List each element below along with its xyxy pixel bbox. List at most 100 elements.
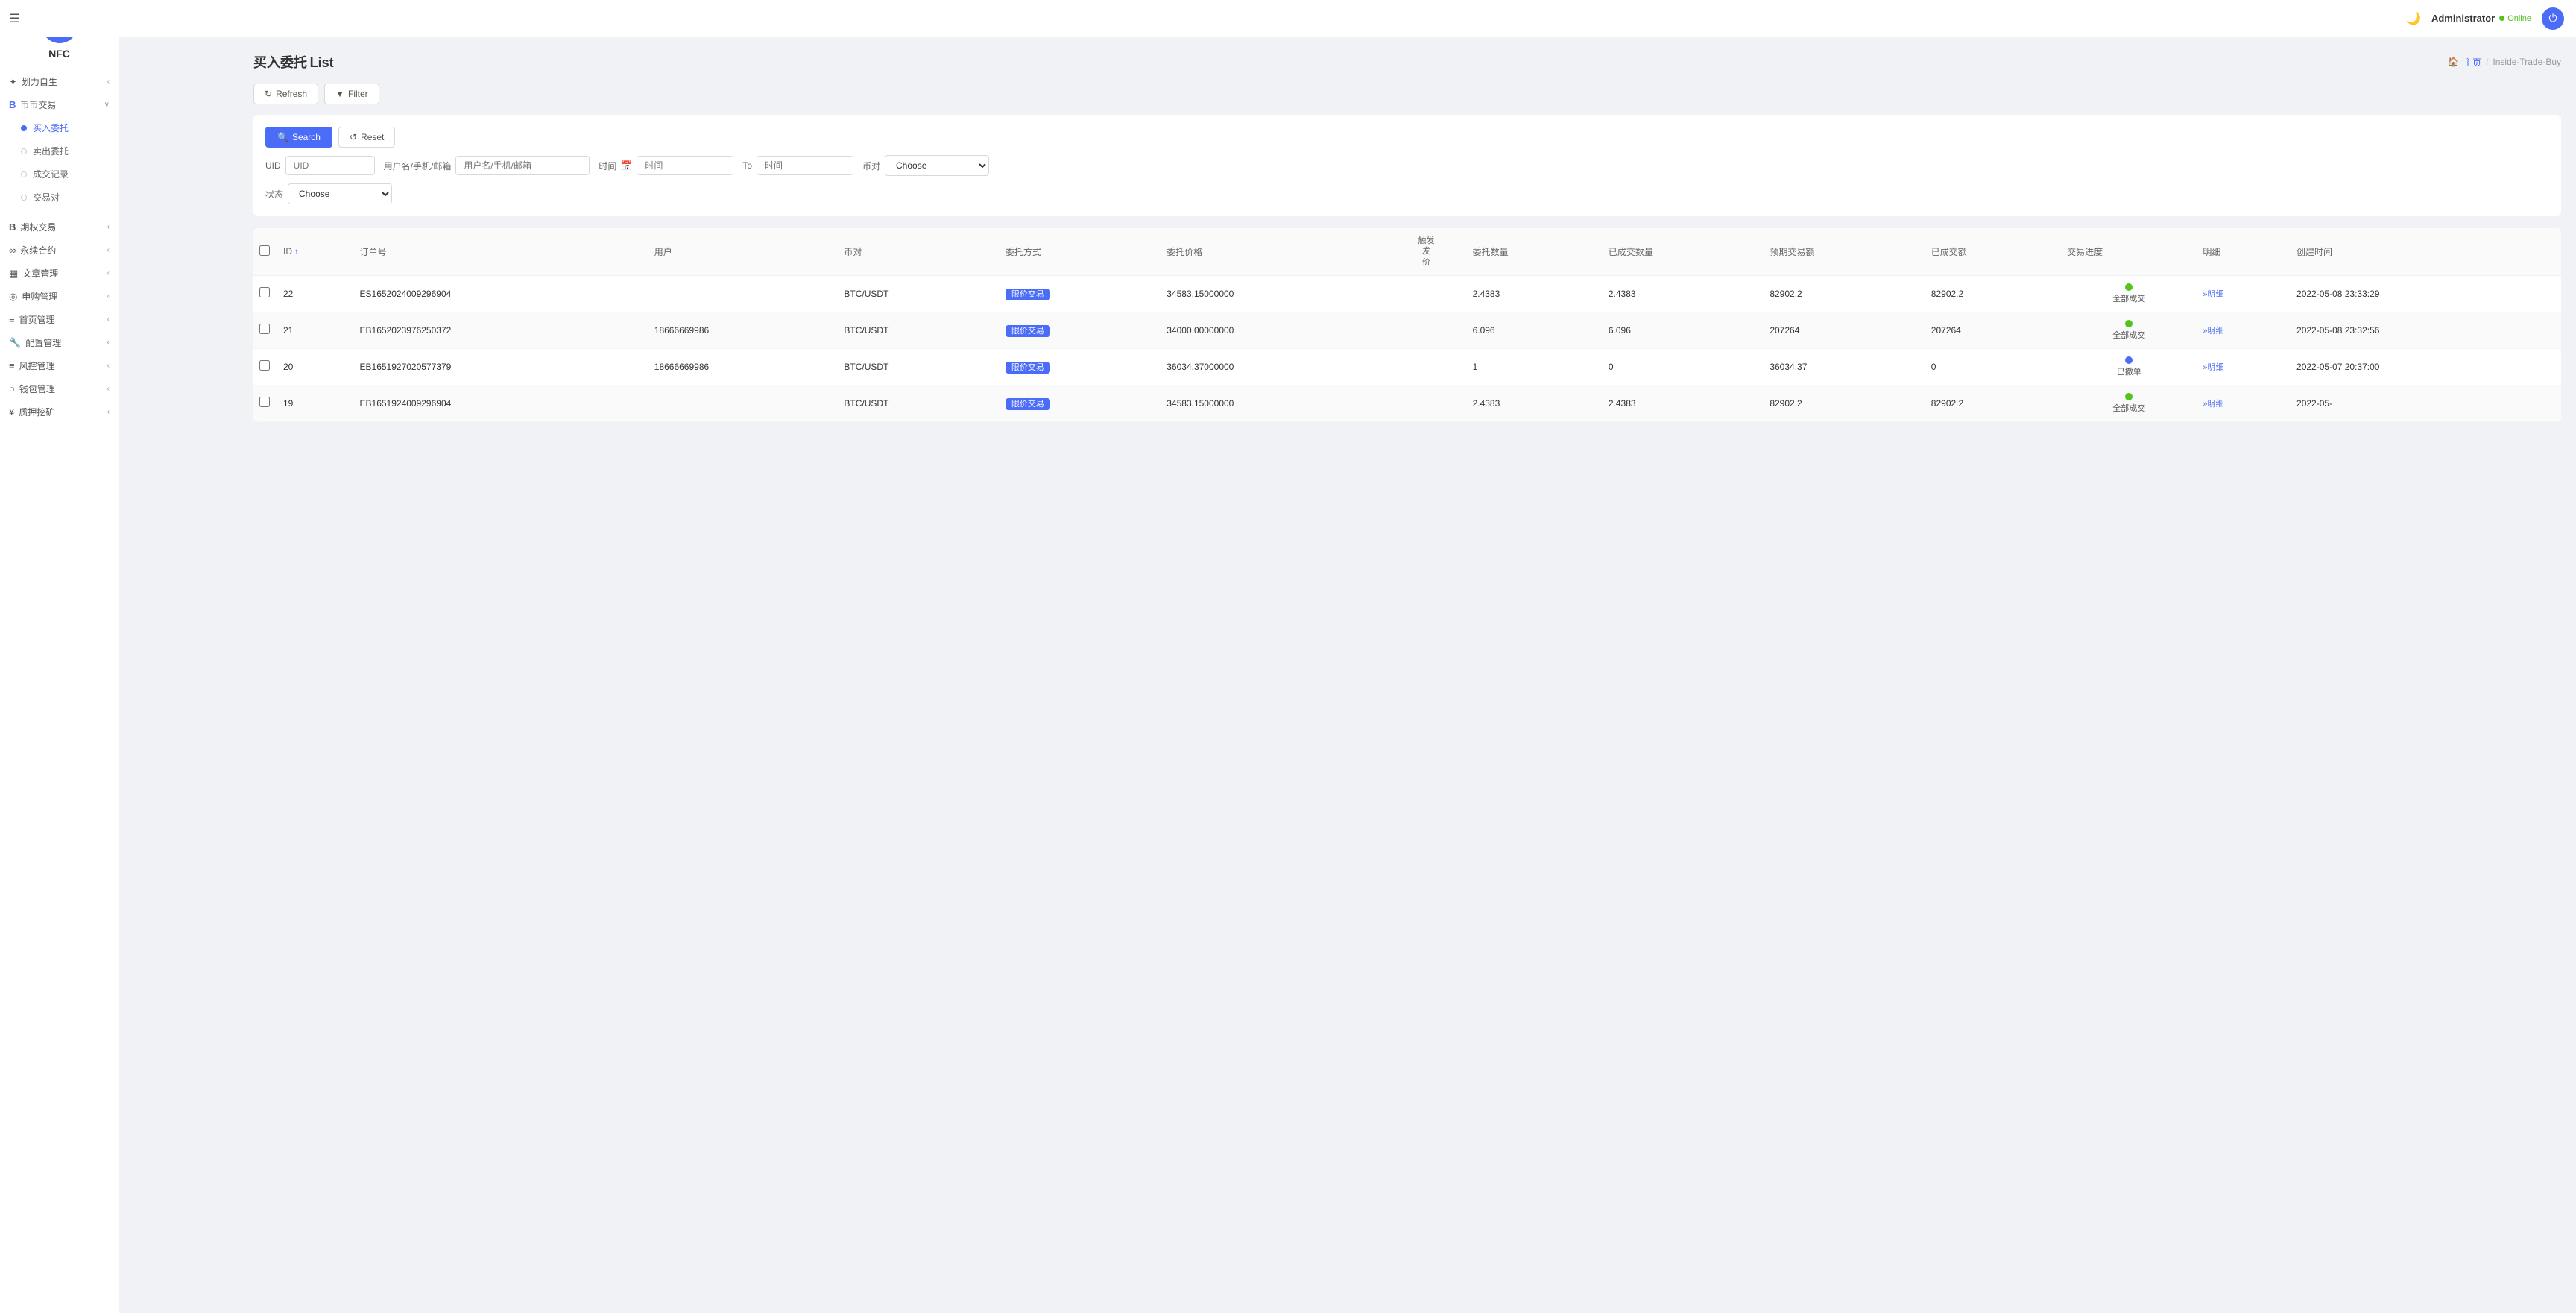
sidebar-item-buy[interactable]: 买入委托 [0,116,119,139]
dot-pair [21,195,27,201]
row-order-no: EB1652023976250372 [354,312,648,348]
sidebar-section-risk: ≡风控管理 ‹ [0,354,119,377]
sidebar-group-coin[interactable]: B币币交易 ∨ [0,93,119,116]
page-subtitle: List [310,55,334,70]
th-created-at: 创建时间 [2291,228,2561,275]
theme-toggle-icon[interactable]: 🌙 [2406,11,2421,26]
th-type: 委托方式 [1000,228,1161,275]
row-user: 18666669986 [648,312,839,348]
currency-select[interactable]: Choose BTC/USDT ETH/USDT [885,155,989,176]
row-progress: 全部成交 [2061,312,2197,348]
sidebar-item-pair[interactable]: 交易对 [0,186,119,209]
sidebar-section-mining: ¥质押挖矿 ‹ [0,400,119,424]
chevron-mining: ‹ [107,408,110,416]
progress-dot [2125,393,2133,400]
topbar-right: 🌙 Administrator Online ⏻ [2406,7,2564,30]
breadcrumb-sep: / [2486,57,2488,67]
th-order-no: 订单号 [354,228,648,275]
th-price: 委托价格 [1161,228,1386,275]
row-created-at: 2022-05-08 23:33:29 [2291,275,2561,312]
sidebar-group-config[interactable]: 🔧配置管理 ‹ [0,331,119,354]
filter-icon: ▼ [335,89,344,99]
reset-button[interactable]: ↺ Reset [338,127,395,148]
row-user [648,385,839,421]
row-filled-amount: 82902.2 [1925,275,2061,312]
row-type: 限价交易 [1000,275,1161,312]
row-checkbox[interactable] [259,287,270,297]
detail-link[interactable]: »明细 [2203,400,2223,409]
row-price: 34000.00000000 [1161,312,1386,348]
sidebar-section-my: ✦划力自生 ‹ [0,70,119,93]
row-order-no: EB1651927020577379 [354,348,648,385]
sidebar-group-my[interactable]: ✦划力自生 ‹ [0,70,119,93]
sidebar-item-sell[interactable]: 卖出委托 [0,139,119,163]
table-row: 22 ES1652024009296904 BTC/USDT 限价交易 3458… [253,275,2561,312]
row-id: 19 [277,385,354,421]
detail-link[interactable]: »明细 [2203,363,2223,372]
sidebar-section-homemgr: ≡首页管理 ‹ [0,308,119,331]
row-checkbox[interactable] [259,324,270,334]
th-filled-qty: 已成交数量 [1603,228,1764,275]
chevron-homemgr: ‹ [107,315,110,324]
th-checkbox [253,228,277,275]
progress-label: 全部成交 [2112,292,2145,304]
filter-time-to: To [742,156,853,175]
sidebar-item-sell-label: 卖出委托 [33,145,69,157]
sidebar-group-ipo[interactable]: ◎申购管理 ‹ [0,285,119,308]
breadcrumb-icon: 🏠 [2448,57,2459,67]
status-select[interactable]: Choose 全部成交 已撤单 部分成交 [288,183,392,204]
row-checkbox-cell [253,348,277,385]
chevron-risk: ‹ [107,362,110,370]
sidebar-group-article[interactable]: ▦文章管理 ‹ [0,262,119,285]
sidebar-group-perp[interactable]: ∞永续合约 ‹ [0,239,119,262]
row-progress: 已撤单 [2061,348,2197,385]
progress-dot [2125,356,2133,364]
row-pair: BTC/USDT [838,275,999,312]
sort-arrow-id[interactable]: ↑ [294,248,298,256]
sidebar-group-wallet[interactable]: ○钱包管理 ‹ [0,377,119,400]
sidebar-group-options[interactable]: B期权交易 ‹ [0,215,119,239]
sidebar-group-options-label: 期权交易 [20,221,56,233]
filter-button[interactable]: ▼ Filter [324,84,379,104]
sidebar-group-mining[interactable]: ¥质押挖矿 ‹ [0,400,119,424]
menu-icon[interactable]: ☰ [9,11,19,26]
row-pair: BTC/USDT [838,312,999,348]
sidebar-group-article-label: 文章管理 [22,267,58,280]
type-tag: 限价交易 [1006,289,1050,300]
row-checkbox[interactable] [259,360,270,371]
sidebar-group-homemgr[interactable]: ≡首页管理 ‹ [0,308,119,331]
select-all-checkbox[interactable] [259,245,270,256]
chevron-config: ‹ [107,339,110,347]
uid-input[interactable] [285,156,375,175]
row-filled-amount: 207264 [1925,312,2061,348]
time-to-input[interactable] [757,156,853,175]
sidebar-item-trades[interactable]: 成交记录 [0,163,119,186]
user-input[interactable] [455,156,590,175]
row-progress: 全部成交 [2061,385,2197,421]
row-qty: 2.4383 [1467,275,1603,312]
filter-row-2: 状态 Choose 全部成交 已撤单 部分成交 [265,183,2549,204]
row-checkbox[interactable] [259,397,270,407]
chevron-coin: ∨ [104,101,110,109]
search-button[interactable]: 🔍 Search [265,127,332,148]
row-created-at: 2022-05- [2291,385,2561,421]
time-from-input[interactable] [637,156,733,175]
detail-link[interactable]: »明细 [2203,290,2223,299]
row-created-at: 2022-05-07 20:37:00 [2291,348,2561,385]
online-label: Online [2507,14,2531,23]
row-filled-qty: 2.4383 [1603,385,1764,421]
sidebar-group-risk-label: 风控管理 [19,359,55,372]
refresh-button[interactable]: ↻ Refresh [253,84,318,104]
dot-trades [21,171,27,177]
row-detail: »明细 [2197,348,2291,385]
row-user: 18666669986 [648,348,839,385]
row-checkbox-cell [253,312,277,348]
th-user: 用户 [648,228,839,275]
power-button[interactable]: ⏻ [2542,7,2564,30]
breadcrumb-home[interactable]: 主页 [2463,56,2481,69]
row-filled-qty: 2.4383 [1603,275,1764,312]
sidebar-group-risk[interactable]: ≡风控管理 ‹ [0,354,119,377]
detail-link[interactable]: »明细 [2203,327,2223,336]
th-id-label: ID [283,246,292,256]
reset-icon: ↺ [350,132,357,142]
